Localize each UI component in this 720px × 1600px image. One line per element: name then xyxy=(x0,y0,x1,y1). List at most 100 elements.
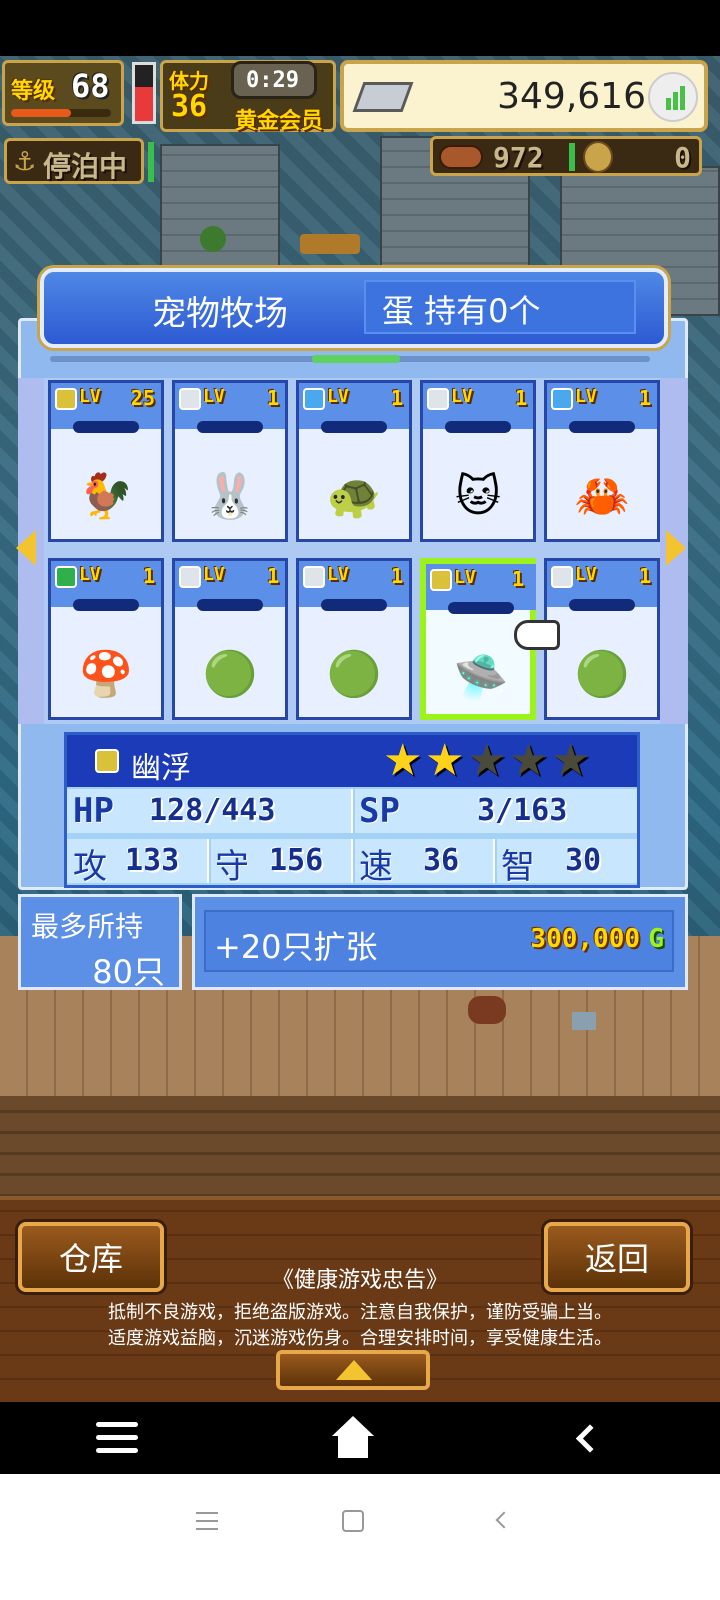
system-back-icon[interactable] xyxy=(495,1511,513,1529)
pet-level: 1 xyxy=(638,386,651,410)
castle-wall xyxy=(160,144,280,284)
spd-label: 速 xyxy=(359,847,393,887)
rarity-white-icon xyxy=(179,566,201,588)
rarity-badge-icon xyxy=(95,749,119,773)
spd-cell: 速 36 xyxy=(355,839,495,887)
boar-sprite xyxy=(468,996,506,1024)
int-value: 30 xyxy=(565,843,602,878)
rarity-gold-icon xyxy=(55,388,77,410)
rarity-green-icon xyxy=(55,566,77,588)
expand-cost: 300,000 xyxy=(530,924,640,954)
game-nav-bar xyxy=(0,1402,720,1474)
anchor-icon: ⚓ xyxy=(13,147,37,177)
hp-value: 128/443 xyxy=(149,793,276,828)
rarity-gold-icon xyxy=(430,569,452,591)
pet-level: 1 xyxy=(514,386,527,410)
pet-card[interactable]: LV 1 🐱 xyxy=(420,380,536,542)
pet-hp-bar xyxy=(321,599,387,611)
signal-bar xyxy=(148,142,154,182)
star-empty-icon: ★ xyxy=(551,735,591,786)
star-empty-icon: ★ xyxy=(509,735,549,786)
silver-bar-icon xyxy=(352,82,414,112)
sp-label: SP xyxy=(359,791,400,831)
spd-value: 36 xyxy=(423,843,460,878)
egg-status: 蛋 持有0个 xyxy=(382,292,541,330)
white-cat-sprite-icon: 🐱 xyxy=(455,470,501,522)
rarity-blue-icon xyxy=(551,388,573,410)
stats-overlay-icon[interactable] xyxy=(648,72,698,122)
level-box: 等级 68 xyxy=(2,60,124,126)
notice-title: 《健康游戏忠告》 xyxy=(271,1268,448,1293)
pet-hp-bar xyxy=(448,602,514,614)
home-icon[interactable] xyxy=(332,1416,374,1458)
stamina-box: 体力 36 0:29 黄金会员 xyxy=(160,60,336,134)
level-value: 68 xyxy=(71,67,110,105)
rarity-white-icon xyxy=(551,566,573,588)
pet-level: 1 xyxy=(390,386,403,410)
pet-level: 1 xyxy=(266,564,279,588)
atk-label: 攻 xyxy=(73,847,107,887)
stamina-value: 36 xyxy=(171,89,208,124)
lv-label: LV xyxy=(203,564,225,585)
pet-level: 25 xyxy=(130,386,155,410)
pet-level: 1 xyxy=(511,567,524,591)
int-cell: 智 30 xyxy=(497,839,637,887)
medal-value: 0 xyxy=(674,141,691,174)
pet-card[interactable]: LV 1 🟢 xyxy=(544,558,660,720)
next-page-arrow-icon[interactable] xyxy=(666,530,686,566)
green-slime-sprite-icon: 🟢 xyxy=(574,649,630,700)
resource-icon xyxy=(439,145,483,169)
egg-status-box: 蛋 持有0个 xyxy=(364,280,636,334)
def-cell: 守 156 xyxy=(211,839,353,887)
timer-box: 0:29 xyxy=(231,61,317,99)
pet-card[interactable]: LV 1 🦀 xyxy=(544,380,660,542)
pet-card[interactable]: LV 1 🍄 xyxy=(48,558,164,720)
pet-card[interactable]: LV 1 🐢 xyxy=(296,380,412,542)
pet-level: 1 xyxy=(266,386,279,410)
pet-card[interactable]: LV 25 🐓 xyxy=(48,380,164,542)
system-nav-bar xyxy=(0,1474,720,1600)
pet-hp-bar xyxy=(197,599,263,611)
gold-box: 349,616 xyxy=(340,60,708,132)
turtle-sprite-icon: 🐢 xyxy=(326,471,382,522)
lv-label: LV xyxy=(203,386,225,407)
lv-label: LV xyxy=(575,386,597,407)
pet-stats-panel: 幽浮 ★ ★ ★ ★ ★ HP 128/443 SP 3/163 攻 133 守 156… xyxy=(64,732,640,888)
green-slime-sprite-icon: 🟢 xyxy=(202,649,258,700)
pet-hp-bar xyxy=(569,599,635,611)
star-filled-icon: ★ xyxy=(425,735,465,786)
lv-label: LV xyxy=(79,386,101,407)
system-home-icon[interactable] xyxy=(342,1510,364,1532)
pet-name-row: 幽浮 ★ ★ ★ ★ ★ xyxy=(67,735,637,787)
prev-page-arrow-icon[interactable] xyxy=(16,530,36,566)
bush xyxy=(200,226,226,252)
lv-label: LV xyxy=(451,386,473,407)
up-arrow-icon xyxy=(336,1360,372,1380)
recents-icon[interactable] xyxy=(196,1512,218,1530)
capacity-box: 最多所持 80只 xyxy=(18,894,182,991)
bottom-menu-bar: 仓库 返回 《健康游戏忠告》 抵制不良游戏，拒绝盗版游戏。注意自我保护，谨防受骗… xyxy=(0,1196,720,1402)
atk-value: 133 xyxy=(125,843,180,878)
expand-capacity-inner[interactable]: +20只扩张 300,000 G xyxy=(204,910,674,972)
atk-cell: 攻 133 xyxy=(67,839,209,887)
menu-icon[interactable] xyxy=(96,1422,138,1454)
anchor-status-box: ⚓ 停泊中 xyxy=(4,138,144,184)
pet-card[interactable]: LV 1 🟢 xyxy=(172,558,288,720)
hp-label: HP xyxy=(73,791,114,831)
lv-label: LV xyxy=(327,564,349,585)
panel-title: 宠物牧场 xyxy=(152,294,288,334)
membership-label: 黄金会员 xyxy=(235,109,324,134)
pet-card[interactable]: LV 1 🟢 xyxy=(296,558,412,720)
pet-card[interactable]: LV 1 🐰 xyxy=(172,380,288,542)
level-label: 等级 xyxy=(11,79,56,104)
rarity-white-icon xyxy=(303,566,325,588)
gold-value: 349,616 xyxy=(497,76,646,117)
hermit-crab-sprite-icon: 🦀 xyxy=(574,471,630,522)
sp-cell: SP 3/163 xyxy=(355,789,637,833)
pet-hp-bar xyxy=(569,421,635,433)
expand-menu-button[interactable] xyxy=(276,1350,430,1390)
pet-level: 1 xyxy=(638,564,651,588)
back-nav-icon[interactable] xyxy=(575,1424,605,1453)
star-filled-icon: ★ xyxy=(383,735,423,786)
rarity-white-icon xyxy=(427,388,449,410)
